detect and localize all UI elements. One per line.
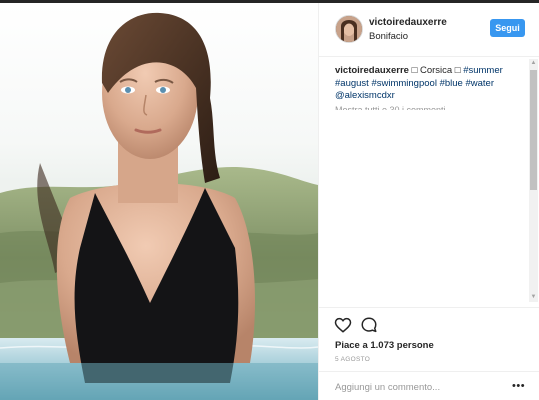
post-caption: victoiredauxerre □ Corsica □ #summer #au… xyxy=(335,65,525,103)
avatar[interactable] xyxy=(335,15,363,43)
comments-area[interactable]: victoiredauxerre □ Corsica □ #summer #au… xyxy=(319,57,539,307)
comments-scrollbar[interactable]: ▲ ▼ xyxy=(529,59,538,302)
comment-input[interactable] xyxy=(333,379,507,395)
location-link[interactable]: Bonifacio xyxy=(369,31,408,42)
follow-button[interactable]: Segui xyxy=(490,19,525,37)
hashtag-link[interactable]: #water xyxy=(465,78,494,89)
post-photo-illustration xyxy=(0,3,318,400)
caption-username[interactable]: victoiredauxerre xyxy=(335,65,409,76)
likes-count[interactable]: Piace a 1.073 persone xyxy=(335,340,434,351)
scroll-up-icon[interactable]: ▲ xyxy=(529,59,538,68)
scroll-down-icon[interactable]: ▼ xyxy=(529,293,538,302)
load-more-comments-link[interactable]: Mostra tutti e 30 i commenti xyxy=(335,105,525,110)
hashtag-link[interactable]: #blue xyxy=(440,78,463,89)
mention-link[interactable]: @alexismcdxr xyxy=(335,90,395,101)
add-comment-row: ••• xyxy=(319,371,539,400)
post-date[interactable]: 5 AGOSTO xyxy=(335,356,370,363)
post-photo[interactable] xyxy=(0,3,318,400)
comment-icon[interactable] xyxy=(360,316,378,334)
username-link[interactable]: victoiredauxerre xyxy=(369,17,447,28)
heart-icon[interactable] xyxy=(334,316,352,334)
post-sidebar: victoiredauxerre Bonifacio Segui victoir… xyxy=(318,3,539,400)
instagram-post-modal: victoiredauxerre Bonifacio Segui victoir… xyxy=(0,0,539,400)
hashtag-link[interactable]: #august xyxy=(335,78,369,89)
hashtag-link[interactable]: #swimmingpool xyxy=(371,78,436,89)
avatar-image xyxy=(336,16,362,42)
caption-text: □ Corsica □ xyxy=(411,65,461,76)
more-options-icon[interactable]: ••• xyxy=(512,381,525,392)
hashtag-link[interactable]: #summer xyxy=(463,65,503,76)
scrollbar-thumb[interactable] xyxy=(530,70,537,190)
post-header: victoiredauxerre Bonifacio Segui xyxy=(319,3,539,57)
post-actions: Piace a 1.073 persone 5 AGOSTO ••• xyxy=(319,307,539,400)
